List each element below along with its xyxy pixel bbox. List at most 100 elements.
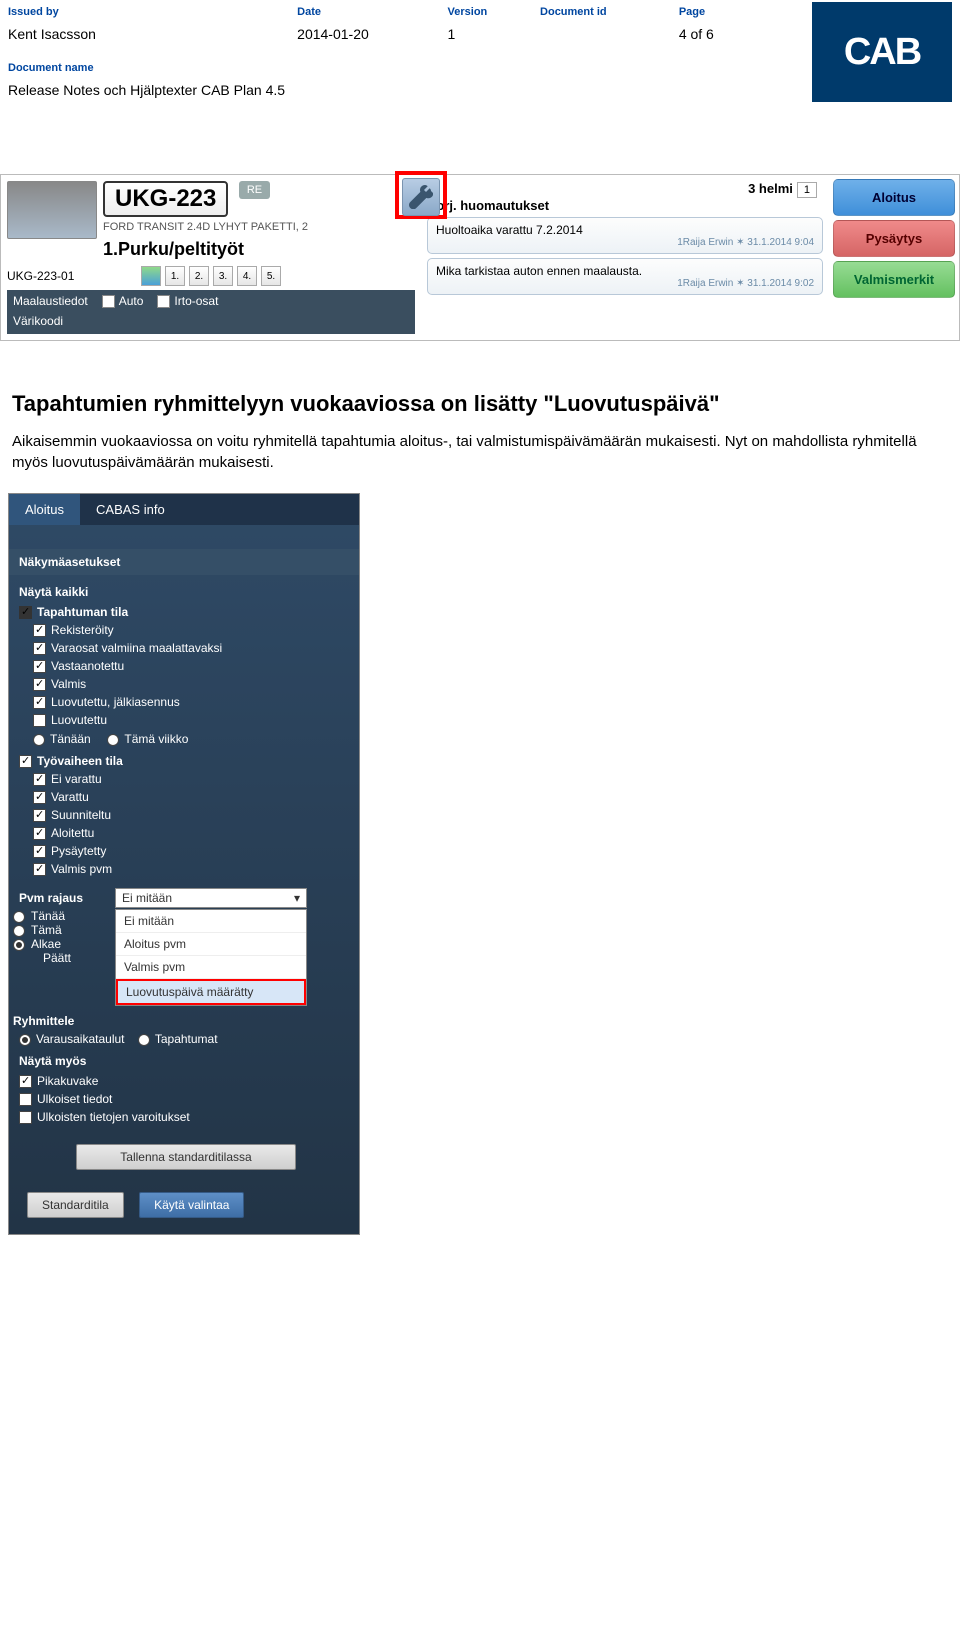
note-item[interactable]: Huoltoaika varattu 7.2.2014 1Raija Erwin… bbox=[427, 217, 823, 254]
value-version: 1 bbox=[448, 26, 456, 42]
checkbox[interactable] bbox=[33, 809, 46, 822]
colorcode-label: Värikoodi bbox=[7, 312, 415, 334]
checkbox[interactable] bbox=[19, 606, 32, 619]
image-icon[interactable] bbox=[141, 266, 161, 286]
row-label: Päätt bbox=[43, 951, 71, 965]
note-meta: 1Raija Erwin ✶ 31.1.2014 9:04 bbox=[436, 237, 814, 248]
group-title: Tapahtuman tila bbox=[37, 605, 128, 619]
radio-thisweek[interactable] bbox=[107, 734, 119, 746]
item-label: Luovutettu, jälkiasennus bbox=[51, 695, 180, 709]
task-title: 1.Purku/peltityöt bbox=[103, 239, 308, 260]
list-item: Ulkoisten tietojen varoitukset bbox=[19, 1108, 349, 1126]
list-item: Luovutettu, jälkiasennus bbox=[33, 693, 349, 711]
value-docname: Release Notes och Hjälptexter CAB Plan 4… bbox=[8, 82, 285, 98]
item-label: Suunniteltu bbox=[51, 808, 111, 822]
radio[interactable] bbox=[13, 911, 25, 923]
list-item: Vastaanotettu bbox=[33, 657, 349, 675]
date-count: 1 bbox=[797, 182, 817, 198]
list-item: Aloitettu bbox=[33, 824, 349, 842]
checkbox[interactable] bbox=[33, 845, 46, 858]
item-label: Rekisteröity bbox=[51, 623, 114, 637]
dropdown-option[interactable]: Valmis pvm bbox=[116, 956, 306, 979]
item-label: Aloitettu bbox=[51, 826, 94, 840]
value-page: 4 of 6 bbox=[679, 26, 714, 42]
pause-button[interactable]: Pysäytys bbox=[833, 220, 955, 257]
item-label: Ulkoisten tietojen varoitukset bbox=[37, 1110, 190, 1124]
license-plate: UKG-223 bbox=[103, 181, 228, 217]
item-label: Pysäytetty bbox=[51, 844, 106, 858]
show-all-label: Näytä kaikki bbox=[19, 585, 349, 599]
step-1[interactable]: 1. bbox=[165, 266, 185, 286]
notes-header: Korj. huomautukset bbox=[427, 198, 823, 213]
auto-checkbox[interactable] bbox=[102, 295, 115, 308]
done-button[interactable]: Valmismerkit bbox=[833, 261, 955, 298]
standard-mode-button[interactable]: Standarditila bbox=[27, 1192, 124, 1218]
checkbox[interactable] bbox=[33, 773, 46, 786]
list-item: Ulkoiset tiedot bbox=[19, 1090, 349, 1108]
job-id: UKG-223-01 bbox=[7, 269, 137, 283]
note-item[interactable]: Mika tarkistaa auton ennen maalausta. 1R… bbox=[427, 258, 823, 295]
note-text: Mika tarkistaa auton ennen maalausta. bbox=[436, 264, 814, 278]
step-5[interactable]: 5. bbox=[261, 266, 281, 286]
list-item: Rekisteröity bbox=[33, 621, 349, 639]
radio[interactable] bbox=[13, 939, 25, 951]
checkbox[interactable] bbox=[33, 714, 46, 727]
checkbox[interactable] bbox=[33, 863, 46, 876]
item-label: Ei varattu bbox=[51, 772, 102, 786]
looseparts-checkbox[interactable] bbox=[157, 295, 170, 308]
list-item: Varaosat valmiina maalattavaksi bbox=[33, 639, 349, 657]
paintinfo-label: Maalaustiedot bbox=[13, 294, 88, 308]
checkbox[interactable] bbox=[33, 696, 46, 709]
checkbox[interactable] bbox=[33, 624, 46, 637]
checkbox[interactable] bbox=[19, 1075, 32, 1088]
section-body: Aikaisemmin vuokaaviossa on voitu ryhmit… bbox=[12, 431, 948, 473]
checkbox[interactable] bbox=[33, 678, 46, 691]
screenshot-job-card: UKG-223 RE FORD TRANSIT 2.4D LYHYT PAKET… bbox=[0, 174, 960, 341]
radio-today[interactable] bbox=[33, 734, 45, 746]
date-heading: 3 helmi bbox=[748, 181, 793, 196]
row-label: Tämä bbox=[31, 923, 62, 937]
step-4[interactable]: 4. bbox=[237, 266, 257, 286]
apply-button[interactable]: Käytä valintaa bbox=[139, 1192, 244, 1218]
dropdown-option[interactable]: Aloitus pvm bbox=[116, 933, 306, 956]
screenshot-view-settings: Aloitus CABAS info Näkymäasetukset Näytä… bbox=[8, 493, 360, 1235]
list-item: Suunniteltu bbox=[33, 806, 349, 824]
label-issuedby: Issued by bbox=[8, 6, 59, 18]
checkbox[interactable] bbox=[19, 1111, 32, 1124]
re-button[interactable]: RE bbox=[239, 181, 270, 199]
checkbox[interactable] bbox=[19, 755, 32, 768]
checkbox[interactable] bbox=[33, 791, 46, 804]
checkbox[interactable] bbox=[33, 827, 46, 840]
item-label: Vastaanotettu bbox=[51, 659, 124, 673]
item-label: Valmis pvm bbox=[51, 862, 112, 876]
tab-aloitus[interactable]: Aloitus bbox=[9, 494, 80, 525]
radio[interactable] bbox=[13, 925, 25, 937]
step-3[interactable]: 3. bbox=[213, 266, 233, 286]
dropdown-option-highlighted[interactable]: Luovutuspäivä määrätty bbox=[116, 979, 306, 1005]
list-item: Pysäytetty bbox=[33, 842, 349, 860]
note-text: Huoltoaika varattu 7.2.2014 bbox=[436, 223, 814, 237]
item-label: Valmis bbox=[51, 677, 86, 691]
checkbox[interactable] bbox=[33, 660, 46, 673]
step-2[interactable]: 2. bbox=[189, 266, 209, 286]
checkbox[interactable] bbox=[19, 1093, 32, 1106]
wrench-icon[interactable] bbox=[409, 185, 433, 209]
save-standard-button[interactable]: Tallenna standarditilassa bbox=[76, 1144, 296, 1170]
groupby-label: Ryhmittele bbox=[13, 1014, 349, 1028]
row-label: Tänää bbox=[31, 909, 65, 923]
label-page: Page bbox=[679, 6, 705, 18]
panel-title: Näkymäasetukset bbox=[9, 549, 359, 575]
dropdown-option[interactable]: Ei mitään bbox=[116, 910, 306, 933]
group-phase-state: Työvaiheen tila bbox=[19, 752, 349, 770]
radio-schedules[interactable] bbox=[19, 1034, 31, 1046]
radio-events[interactable] bbox=[138, 1034, 150, 1046]
label-docid: Document id bbox=[540, 6, 607, 18]
list-item: Valmis pvm bbox=[33, 860, 349, 878]
item-label: Varaosat valmiina maalattavaksi bbox=[51, 641, 222, 655]
start-button[interactable]: Aloitus bbox=[833, 179, 955, 216]
checkbox[interactable] bbox=[33, 642, 46, 655]
label-docname: Document name bbox=[8, 62, 94, 74]
tab-cabas-info[interactable]: CABAS info bbox=[80, 494, 181, 525]
datefilter-select[interactable]: Ei mitään ▾ bbox=[115, 888, 307, 908]
row-label: Alkae bbox=[31, 937, 61, 951]
